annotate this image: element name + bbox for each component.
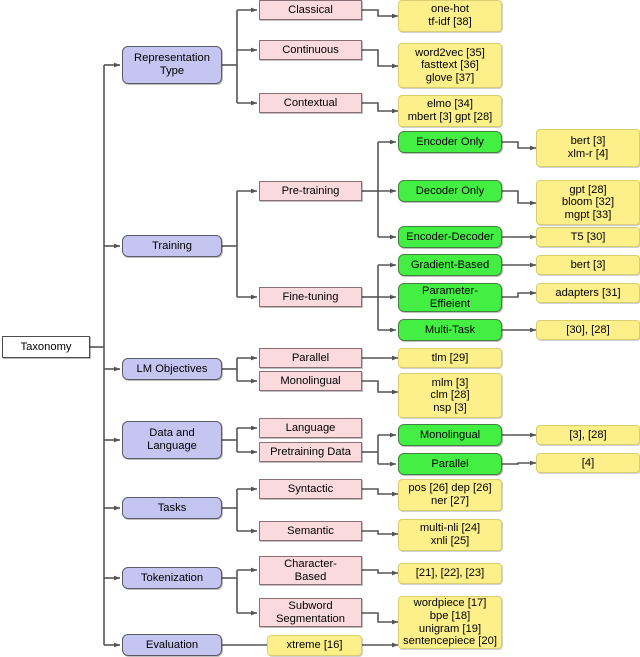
leaf-xtreme[interactable]: xtreme [16] — [267, 635, 362, 656]
leaf-wordpiece-bpe-unigram-sentencepiece[interactable]: wordpiece [17] bpe [18] unigram [19] sen… — [398, 596, 502, 649]
node-parallel-data[interactable]: Parallel — [398, 453, 502, 475]
leaf-elmo-mbert-gpt[interactable]: elmo [34] mbert [3] gpt [28] — [398, 95, 502, 127]
node-monolingual-objective[interactable]: Monolingual — [259, 371, 362, 391]
node-lm-objectives[interactable]: LM Objectives — [122, 358, 222, 380]
leaf-word2vec-fasttext-glove[interactable]: word2vec [35] fasttext [36] glove [37] — [398, 43, 502, 88]
node-parallel-objective[interactable]: Parallel — [259, 348, 362, 368]
node-subword-segmentation[interactable]: Subword Segmentation — [259, 598, 362, 627]
node-continuous[interactable]: Continuous — [259, 40, 362, 60]
leaf-multinli-xnli[interactable]: multi-nli [24] xnli [25] — [398, 519, 502, 551]
node-gradient-based[interactable]: Gradient-Based — [398, 254, 502, 276]
leaf-gpt-bloom-mgpt[interactable]: gpt [28] bloom [32] mgpt [33] — [536, 180, 640, 225]
leaf-refs-21-22-23[interactable]: [21], [22], [23] — [398, 563, 502, 584]
leaf-mlm-clm-nsp[interactable]: mlm [3] clm [28] nsp [3] — [398, 373, 502, 418]
leaf-pos-dep-ner[interactable]: pos [26] dep [26] ner [27] — [398, 479, 502, 511]
leaf-bert-xlmr[interactable]: bert [3] xlm-r [4] — [536, 129, 640, 167]
node-encoder-decoder[interactable]: Encoder-Decoder — [398, 226, 502, 248]
node-multi-task[interactable]: Multi-Task — [398, 319, 502, 341]
node-classical[interactable]: Classical — [259, 0, 362, 20]
node-tokenization[interactable]: Tokenization — [122, 567, 222, 589]
node-parameter-efficient[interactable]: Parameter- Effieient — [398, 283, 502, 312]
node-training[interactable]: Training — [122, 235, 222, 257]
node-tasks[interactable]: Tasks — [122, 497, 222, 519]
node-language[interactable]: Language — [259, 418, 362, 438]
node-pre-training[interactable]: Pre-training — [259, 181, 362, 201]
node-pretraining-data[interactable]: Pretraining Data — [259, 442, 362, 462]
leaf-refs-3-28[interactable]: [3], [28] — [536, 425, 640, 445]
node-evaluation[interactable]: Evaluation — [122, 634, 222, 656]
node-syntactic[interactable]: Syntactic — [259, 479, 362, 499]
leaf-t5[interactable]: T5 [30] — [536, 227, 640, 247]
node-fine-tuning[interactable]: Fine-tuning — [259, 287, 362, 307]
node-data-and-language[interactable]: Data and Language — [122, 421, 222, 459]
leaf-refs-30-28[interactable]: [30], [28] — [536, 320, 640, 340]
node-character-based[interactable]: Character- Based — [259, 556, 362, 585]
root-node-taxonomy[interactable]: Taxonomy — [2, 336, 90, 358]
leaf-ref-4[interactable]: [4] — [536, 453, 640, 473]
node-decoder-only[interactable]: Decoder Only — [398, 180, 502, 202]
leaf-one-hot-tfidf[interactable]: one-hot tf-idf [38] — [398, 0, 502, 32]
node-contextual[interactable]: Contextual — [259, 93, 362, 113]
taxonomy-diagram: Taxonomy Representation Type Training LM… — [0, 0, 640, 657]
leaf-adapters[interactable]: adapters [31] — [536, 283, 640, 303]
node-monolingual-data[interactable]: Monolingual — [398, 424, 502, 446]
node-representation-type[interactable]: Representation Type — [122, 46, 222, 84]
leaf-tlm[interactable]: tlm [29] — [398, 348, 502, 368]
leaf-bert[interactable]: bert [3] — [536, 255, 640, 275]
node-encoder-only[interactable]: Encoder Only — [398, 131, 502, 153]
node-semantic[interactable]: Semantic — [259, 521, 362, 541]
